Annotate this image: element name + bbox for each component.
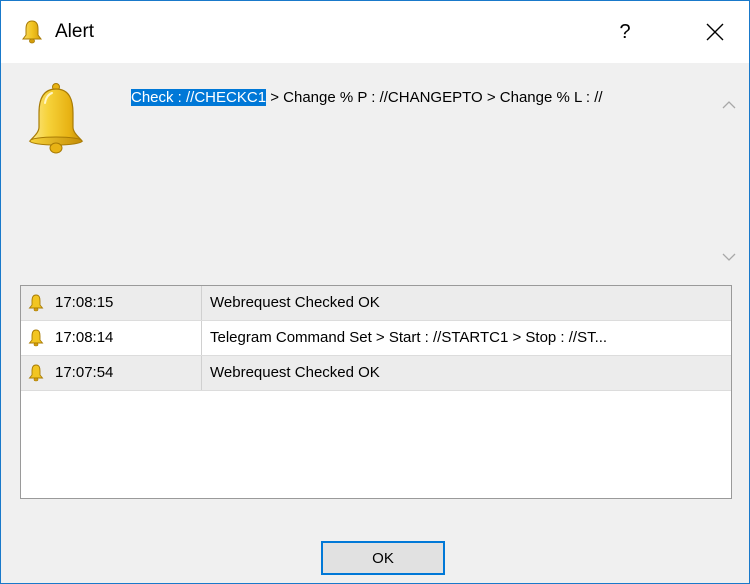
- log-time: 17:08:14: [55, 329, 114, 346]
- alert-log-list[interactable]: 17:08:15 Webrequest Checked OK 17:08:14 Tel…: [20, 285, 732, 499]
- log-time: 17:08:15: [55, 294, 114, 311]
- log-row[interactable]: 17:08:15 Webrequest Checked OK: [21, 286, 731, 321]
- bell-icon: [22, 20, 42, 44]
- column-divider: [201, 321, 202, 355]
- scroll-up-button[interactable]: [719, 93, 739, 117]
- chevron-down-icon: [722, 253, 736, 261]
- close-button[interactable]: [691, 11, 739, 53]
- column-divider: [201, 286, 202, 320]
- message-text-area[interactable]: Check : //CHECKC1 > Change % P : //CHANG…: [131, 87, 715, 277]
- scroll-down-button[interactable]: [719, 245, 739, 269]
- message-selection: Check : //CHECKC1: [131, 89, 267, 106]
- message-rest: > Change % P : //CHANGEPTO > Change % L …: [266, 89, 603, 106]
- ok-button[interactable]: OK: [321, 541, 445, 575]
- close-icon: [706, 23, 724, 41]
- help-button[interactable]: ?: [601, 11, 649, 53]
- window-title: Alert: [55, 21, 95, 42]
- alert-dialog: Alert ? Check : //CHECKC1 > Change % P:…: [0, 0, 750, 584]
- column-divider: [201, 356, 202, 390]
- bell-icon: [28, 329, 44, 347]
- bell-icon: [28, 364, 44, 382]
- log-message: Webrequest Checked OK: [210, 364, 380, 381]
- title-bar[interactable]: Alert ?: [1, 1, 749, 63]
- log-message: Telegram Command Set > Start : //STARTC1…: [210, 329, 608, 346]
- bell-icon: [28, 83, 84, 154]
- log-time: 17:07:54: [55, 364, 114, 381]
- log-row[interactable]: 17:07:54 Webrequest Checked OK: [21, 356, 731, 391]
- bell-icon: [28, 294, 44, 312]
- log-row[interactable]: 17:08:14 Telegram Command Set > Start : /…: [21, 321, 731, 356]
- alert-message: Check : //CHECKC1 > Change % P : //CHANG…: [131, 87, 715, 109]
- log-message: Webrequest Checked OK: [210, 294, 380, 311]
- chevron-up-icon: [722, 101, 736, 109]
